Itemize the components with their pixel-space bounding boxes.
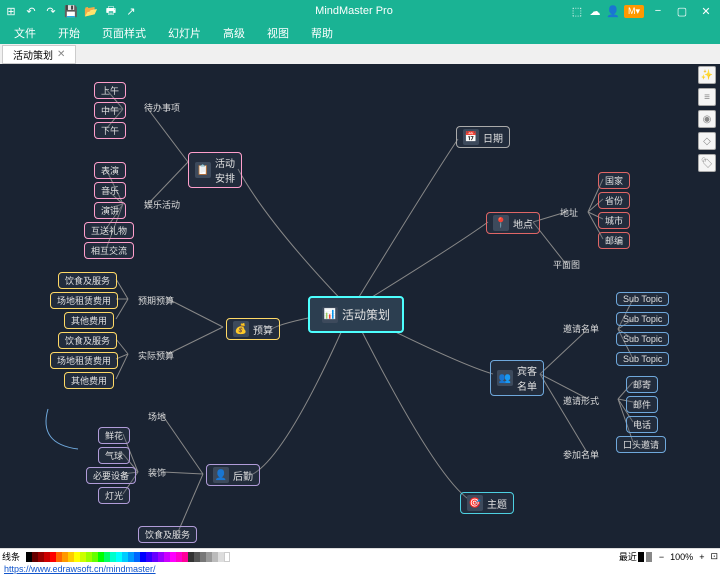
leaf[interactable]: 灯光 (98, 487, 130, 504)
status-right: 最近 (619, 550, 637, 563)
node-b6[interactable]: 👥宾客 名单 (490, 360, 544, 396)
clipboard-icon: 📋 (195, 162, 211, 178)
zoom-level: 100% (670, 552, 693, 562)
leaf[interactable]: 邮件 (626, 396, 658, 413)
leaf[interactable]: 城市 (598, 212, 630, 229)
status-left: 线条 (2, 550, 20, 563)
sub-b5-1[interactable]: 地址 (560, 206, 578, 219)
tab-label: 活动策划 (13, 47, 53, 62)
sub-b1-1[interactable]: 待办事项 (144, 101, 180, 114)
menu-start[interactable]: 开始 (48, 23, 90, 43)
leaf[interactable]: 音乐 (94, 182, 126, 199)
user-icon[interactable]: 👤 (606, 4, 620, 18)
leaf[interactable]: 气球 (98, 447, 130, 464)
leaf[interactable]: 场地租赁费用 (50, 352, 118, 369)
zoom-in-icon[interactable]: + (699, 552, 704, 562)
open-icon[interactable]: 📂 (84, 4, 98, 18)
tool-tag-icon[interactable]: 🏷 (698, 154, 716, 172)
vip-badge[interactable]: M▾ (624, 5, 644, 18)
menu-slide[interactable]: 幻灯片 (158, 23, 211, 43)
leaf[interactable]: 表演 (94, 162, 126, 179)
fit-icon[interactable]: ⊡ (710, 551, 718, 562)
menu-advanced[interactable]: 高级 (213, 23, 255, 43)
export-icon[interactable]: ↗ (124, 4, 138, 18)
menu-page[interactable]: 页面样式 (92, 23, 156, 43)
node-b7[interactable]: 🎯主题 (460, 492, 514, 514)
menu-view[interactable]: 视图 (257, 23, 299, 43)
leaf[interactable]: 饮食及服务 (58, 272, 117, 289)
save-icon[interactable]: 💾 (64, 4, 78, 18)
leaf[interactable]: Sub Topic (616, 332, 669, 346)
maximize-button[interactable]: ▢ (672, 2, 692, 20)
leaf[interactable]: 邮编 (598, 232, 630, 249)
leaf[interactable]: Sub Topic (616, 352, 669, 366)
undo-icon[interactable]: ↶ (24, 4, 38, 18)
color-palette[interactable] (26, 552, 613, 562)
node-b4[interactable]: 📅日期 (456, 126, 510, 148)
node-b5[interactable]: 📍地点 (486, 212, 540, 234)
money-icon: 💰 (233, 321, 249, 337)
leaf[interactable]: 上午 (94, 82, 126, 99)
leaf[interactable]: 国家 (598, 172, 630, 189)
node-b3[interactable]: 👤后勤 (206, 464, 260, 486)
node-b2[interactable]: 💰预算 (226, 318, 280, 340)
minimize-button[interactable]: − (648, 2, 668, 20)
leaf[interactable]: Sub Topic (616, 292, 669, 306)
menu-file[interactable]: 文件 (4, 23, 46, 43)
menu-help[interactable]: 帮助 (301, 23, 343, 43)
sub-b6-1[interactable]: 邀请名单 (563, 322, 599, 335)
sub-b3-1[interactable]: 场地 (148, 410, 166, 423)
tool-ai-icon[interactable]: ✨ (698, 66, 716, 84)
tool-shape-icon[interactable]: ◇ (698, 132, 716, 150)
window-title: MindMaster Pro (138, 5, 570, 17)
leaf[interactable]: 场地租赁费用 (50, 292, 118, 309)
tool-list-icon[interactable]: ≡ (698, 88, 716, 106)
tab-document[interactable]: 活动策划 ✕ (2, 45, 76, 64)
footer-link[interactable]: https://www.edrawsoft.cn/mindmaster/ (4, 564, 156, 574)
target-icon: 🎯 (467, 495, 483, 511)
sub-b1-2[interactable]: 娱乐活动 (144, 198, 180, 211)
print-icon[interactable]: 🖶 (104, 4, 118, 18)
sub-b5-2[interactable]: 平面图 (553, 258, 580, 271)
recent-color-2[interactable] (646, 552, 652, 562)
zoom-out-icon[interactable]: − (659, 552, 664, 562)
pin-icon: 📍 (493, 215, 509, 231)
leaf[interactable]: 必要设备 (86, 467, 136, 484)
cloud-icon[interactable]: ☁ (588, 4, 602, 18)
node-center[interactable]: 📊活动策划 (308, 296, 404, 333)
calendar-icon: 📅 (463, 129, 479, 145)
sub-b6-3[interactable]: 参加名单 (563, 448, 599, 461)
leaf[interactable]: 饮食及服务 (58, 332, 117, 349)
sub-b2-1[interactable]: 预期预算 (138, 294, 174, 307)
leaf[interactable]: 演讲 (94, 202, 126, 219)
leaf[interactable]: 中午 (94, 102, 126, 119)
leaf[interactable]: 相互交流 (84, 242, 134, 259)
leaf[interactable]: Sub Topic (616, 312, 669, 326)
person-icon: 👤 (213, 467, 229, 483)
leaf[interactable]: 邮寄 (626, 376, 658, 393)
app-logo: ⊞ (4, 4, 18, 18)
sub-b6-2[interactable]: 邀请形式 (563, 394, 599, 407)
sub-b2-2[interactable]: 实际预算 (138, 349, 174, 362)
redo-icon[interactable]: ↷ (44, 4, 58, 18)
leaf[interactable]: 省份 (598, 192, 630, 209)
tab-close-icon[interactable]: ✕ (57, 49, 65, 60)
share-icon[interactable]: ⬚ (570, 4, 584, 18)
leaf[interactable]: 口头邀请 (616, 436, 666, 453)
tool-capture-icon[interactable]: ◉ (698, 110, 716, 128)
leaf[interactable]: 鲜花 (98, 427, 130, 444)
recent-color-1[interactable] (638, 552, 644, 562)
sub-b3-3[interactable]: 饮食及服务 (138, 526, 197, 543)
leaf[interactable]: 其他费用 (64, 312, 114, 329)
node-b1[interactable]: 📋活动 安排 (188, 152, 242, 188)
leaf[interactable]: 下午 (94, 122, 126, 139)
chart-icon: 📊 (322, 307, 338, 323)
sub-b3-2[interactable]: 装饰 (148, 466, 166, 479)
close-button[interactable]: ✕ (696, 2, 716, 20)
leaf[interactable]: 电话 (626, 416, 658, 433)
people-icon: 👥 (497, 370, 513, 386)
leaf[interactable]: 其他费用 (64, 372, 114, 389)
leaf[interactable]: 互送礼物 (84, 222, 134, 239)
